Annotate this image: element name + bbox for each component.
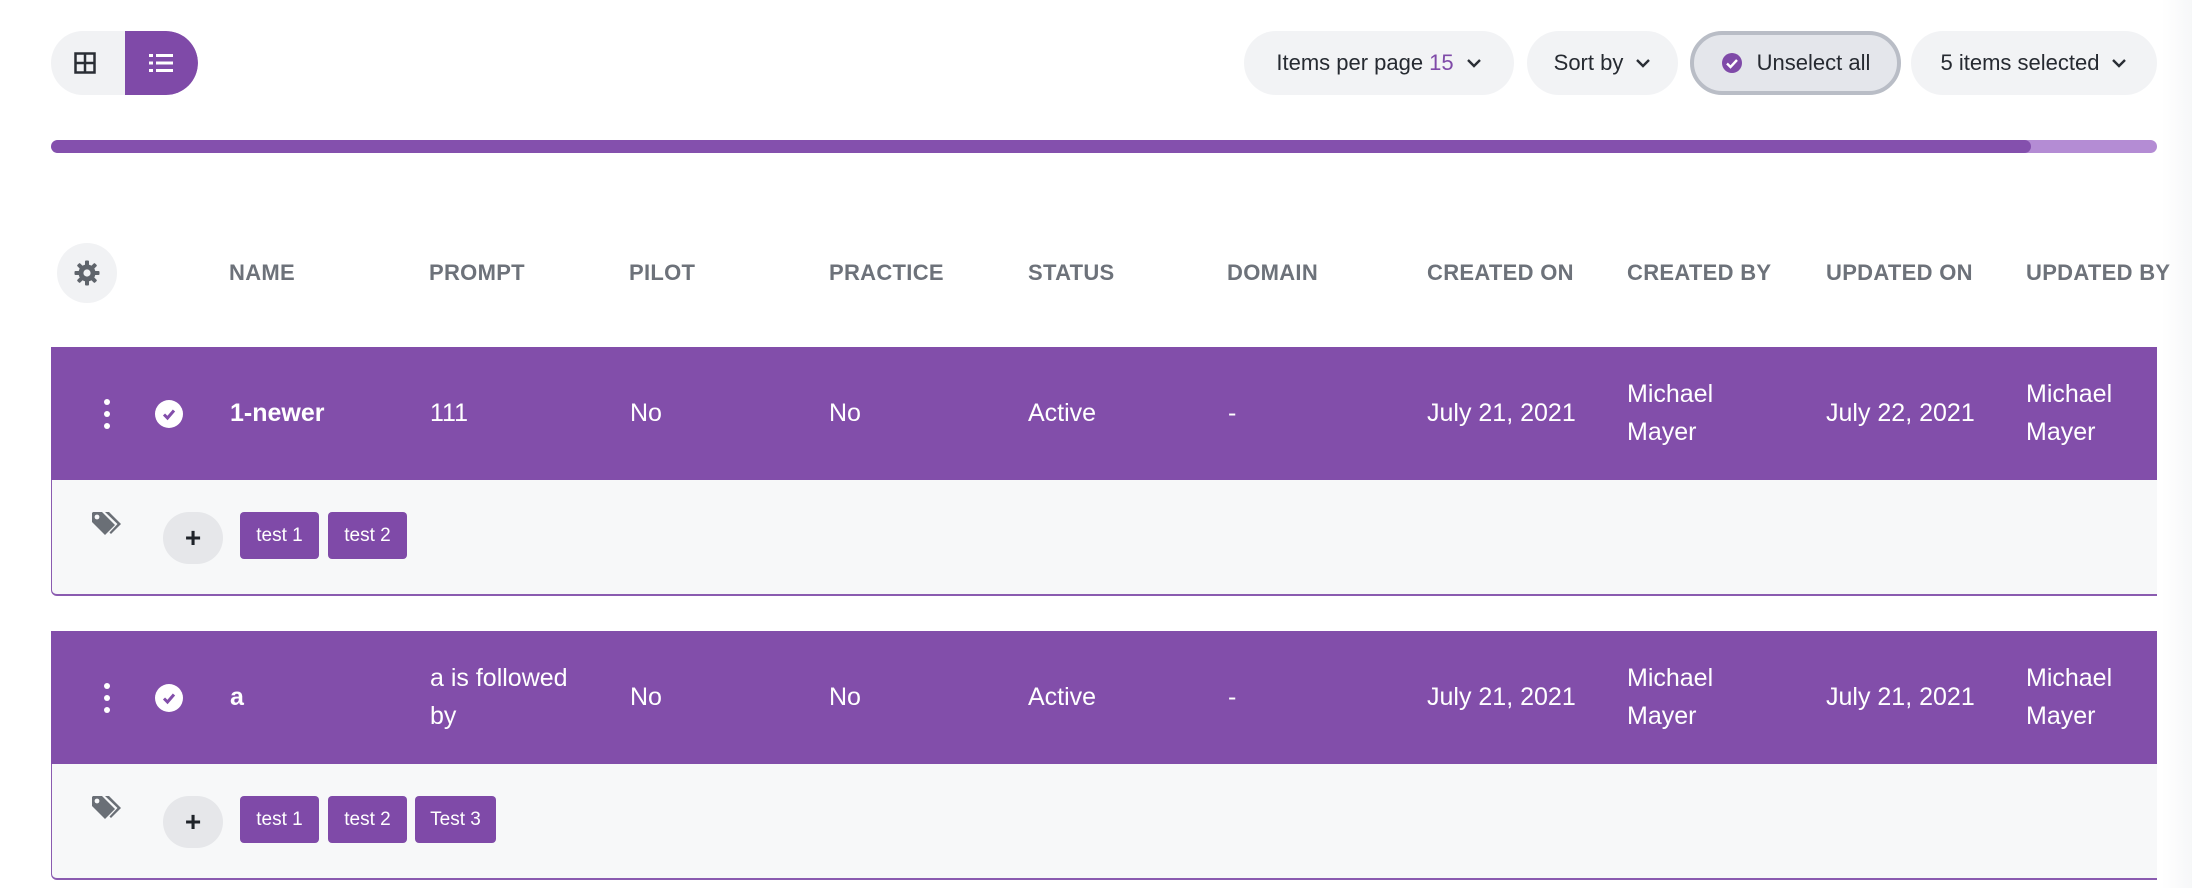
kebab-dot	[104, 707, 110, 713]
row-created-by: Michael Mayer	[1627, 380, 1714, 446]
row-name[interactable]: a	[230, 678, 244, 716]
column-header-practice[interactable]: PRACTICE	[829, 260, 944, 286]
add-tag-button[interactable]: +	[163, 512, 223, 564]
table-settings-button[interactable]	[57, 243, 117, 303]
tag-chip[interactable]: Test 3	[415, 796, 496, 843]
row-domain: -	[1228, 683, 1237, 711]
column-header-updated-on[interactable]: UPDATED ON	[1826, 260, 1973, 286]
items-selected-label: 5 items selected	[1940, 50, 2100, 75]
tag-label: test 2	[344, 524, 391, 546]
sort-by-dropdown[interactable]: Sort by	[1527, 31, 1678, 95]
items-per-page-label: Items per page	[1276, 50, 1424, 75]
row-prompt: 111	[430, 399, 469, 427]
add-tag-label: +	[184, 806, 202, 837]
column-header-created-by[interactable]: CREATED BY	[1627, 260, 1771, 286]
tag-chip[interactable]: test 2	[328, 796, 407, 843]
column-header-updated-by[interactable]: UPDATED BY	[2026, 260, 2170, 286]
right-edge-shadow	[2162, 0, 2192, 888]
column-header-prompt[interactable]: PROMPT	[429, 260, 525, 286]
kebab-dot	[104, 683, 110, 689]
tag-chip[interactable]: test 1	[240, 512, 319, 559]
items-selected-dropdown[interactable]: 5 items selected	[1911, 31, 2157, 95]
check-circle-icon	[1721, 53, 1742, 73]
row-created-by: Michael Mayer	[1627, 664, 1714, 730]
tag-label: test 2	[344, 808, 391, 830]
row-pilot: No	[630, 399, 662, 427]
tag-chip[interactable]: test 2	[328, 512, 407, 559]
row-status: Active	[1028, 399, 1097, 427]
page: Items per page 15 Sort by Unselect all 5…	[0, 0, 2192, 888]
row-updated-by: Michael Mayer	[2026, 664, 2113, 730]
check-icon	[162, 693, 176, 705]
tags-icon	[92, 512, 121, 535]
tags-icon	[92, 796, 121, 819]
kebab-dot	[104, 411, 110, 417]
column-header-domain[interactable]: DOMAIN	[1227, 260, 1318, 286]
kebab-dot	[104, 399, 110, 405]
add-tag-label: +	[184, 522, 202, 553]
tag-chip[interactable]: test 1	[240, 796, 319, 843]
check-icon	[162, 409, 176, 421]
column-header-status[interactable]: STATUS	[1028, 260, 1115, 286]
column-header-name[interactable]: NAME	[229, 260, 295, 286]
kebab-dot	[104, 695, 110, 701]
row-created-on: July 21, 2021	[1427, 399, 1576, 427]
chevron-down-icon	[1466, 59, 1481, 68]
progress-bar	[51, 140, 2157, 153]
items-per-page-dropdown[interactable]: Items per page 15	[1244, 31, 1514, 95]
progress-bar-fill	[51, 140, 2031, 153]
row-prompt: a is followed by	[430, 664, 568, 730]
table-row[interactable]: a a is followed by No No Active - July 2…	[51, 631, 2157, 764]
row-select-checkbox[interactable]	[155, 400, 183, 428]
items-per-page-value: 15	[1429, 50, 1454, 75]
unselect-all-label: Unselect all	[1756, 50, 1871, 75]
row-status: Active	[1028, 683, 1097, 711]
row-menu-button[interactable]	[101, 399, 113, 429]
row-created-on: July 21, 2021	[1427, 683, 1576, 711]
chevron-down-icon	[2112, 59, 2127, 68]
tag-label: Test 3	[430, 808, 481, 830]
row-practice: No	[829, 399, 861, 427]
add-tag-button[interactable]: +	[163, 796, 223, 848]
view-toggle	[51, 31, 198, 95]
row-select-checkbox[interactable]	[155, 684, 183, 712]
chevron-down-icon	[1636, 59, 1651, 68]
list-icon	[149, 54, 174, 72]
column-header-created-on[interactable]: CREATED ON	[1427, 260, 1574, 286]
row-menu-button[interactable]	[101, 683, 113, 713]
row-tags-panel: + test 1 test 2	[51, 480, 2157, 596]
kebab-dot	[104, 423, 110, 429]
row-updated-by: Michael Mayer	[2026, 380, 2113, 446]
row-pilot: No	[630, 683, 662, 711]
grid-icon	[74, 52, 97, 74]
column-header-pilot[interactable]: PILOT	[629, 260, 695, 286]
gear-icon	[74, 260, 100, 286]
row-updated-on: July 22, 2021	[1826, 399, 1975, 427]
row-domain: -	[1228, 399, 1237, 427]
row-tags-panel: + test 1 test 2 Test 3	[51, 764, 2157, 880]
grid-view-button[interactable]	[51, 31, 120, 95]
tag-label: test 1	[256, 808, 303, 830]
row-practice: No	[829, 683, 861, 711]
list-view-button[interactable]	[124, 31, 198, 95]
unselect-all-button[interactable]: Unselect all	[1690, 31, 1901, 95]
sort-by-label: Sort by	[1553, 50, 1624, 75]
table-row[interactable]: 1-newer 111 No No Active - July 21, 2021…	[51, 347, 2157, 480]
row-name[interactable]: 1-newer	[230, 394, 324, 432]
row-updated-on: July 21, 2021	[1826, 683, 1975, 711]
tag-label: test 1	[256, 524, 303, 546]
